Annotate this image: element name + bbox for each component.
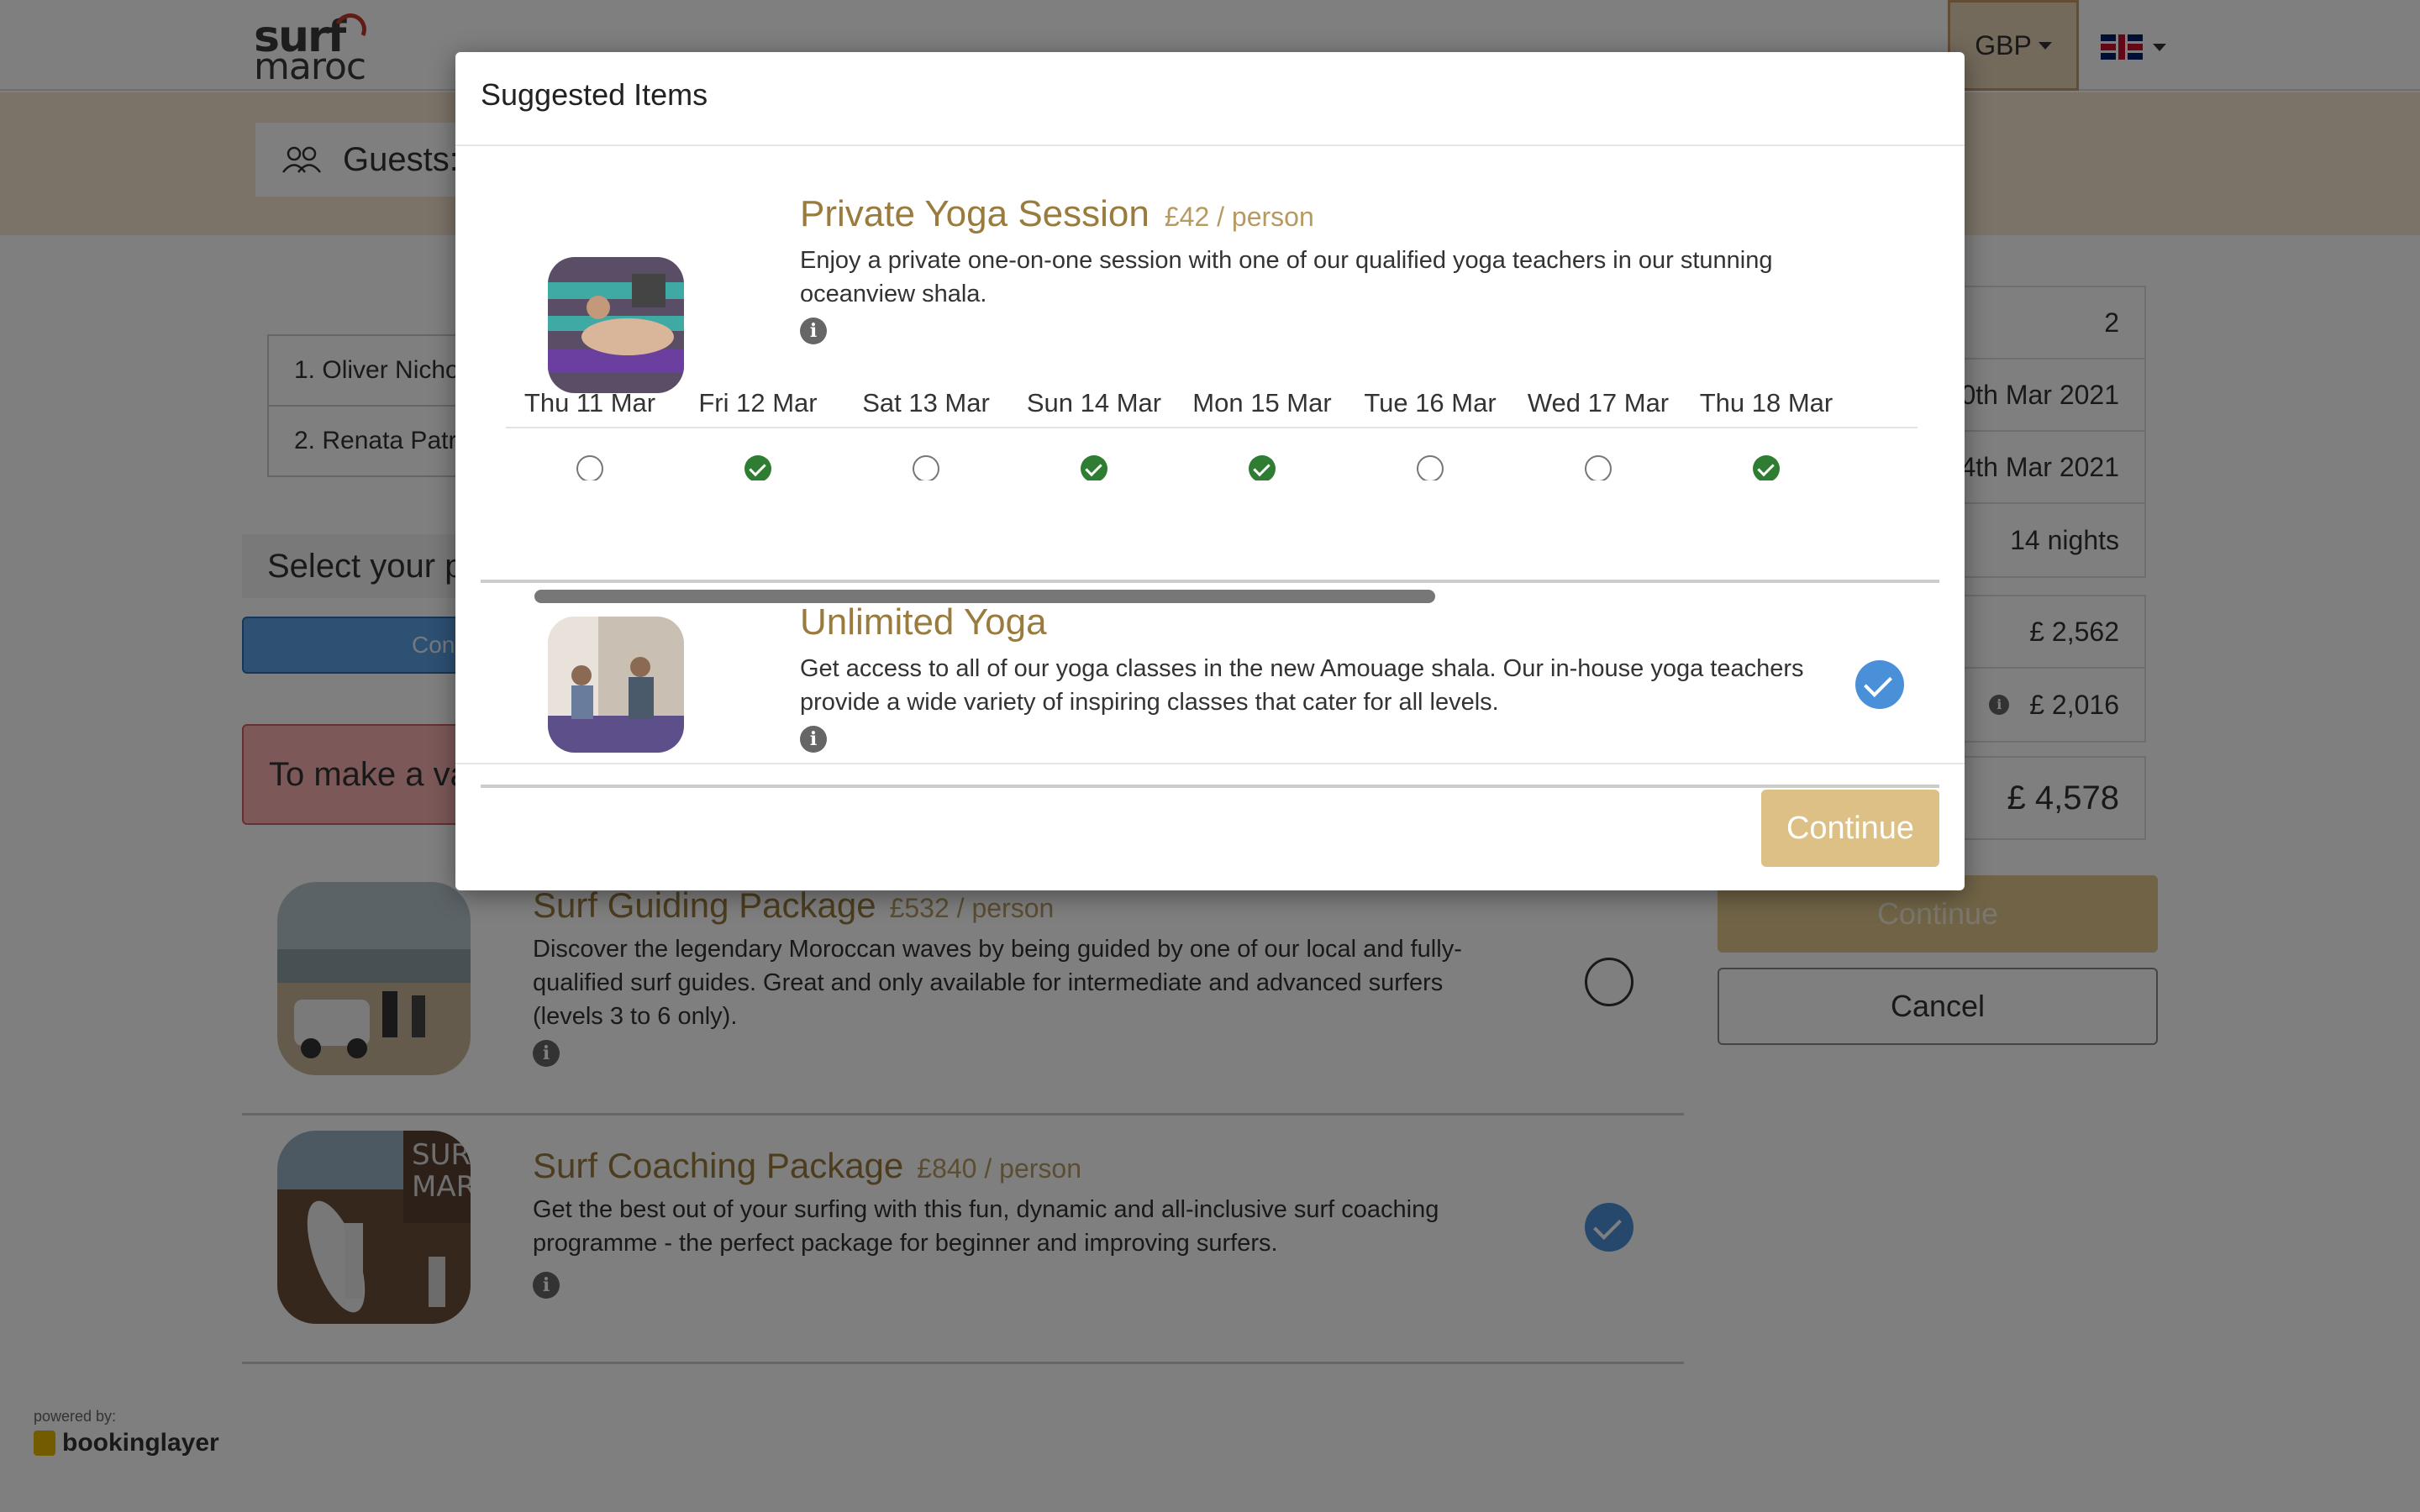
date-radio[interactable] [576,455,603,480]
date-selected-check[interactable] [1081,455,1107,480]
date-label: Thu 11 Mar [523,388,656,417]
date-radio[interactable] [1585,455,1612,480]
date-label: Fri 12 Mar [698,388,818,417]
date-selected-check[interactable] [1753,455,1780,480]
date-label: Wed 17 Mar [1527,388,1670,417]
modal-title: Suggested Items [481,77,708,112]
date-radio[interactable] [913,455,939,480]
date-selected-check[interactable] [744,455,771,480]
item-description: Enjoy a private one-on-one session with … [800,247,1773,307]
date-radio[interactable] [1417,455,1444,480]
date-label: Sat 13 Mar [862,388,990,417]
info-icon[interactable]: i [800,318,827,344]
date-label: Tue 16 Mar [1364,388,1497,417]
date-label: Sun 14 Mar [1026,388,1162,417]
item-name: Unlimited Yoga [800,601,1047,643]
item-description: Get access to all of our yoga classes in… [800,655,1804,716]
info-icon[interactable]: i [800,726,827,753]
item-title: Unlimited Yoga [800,601,1047,643]
date-label: Mon 15 Mar [1192,388,1332,417]
private-yoga-image [548,257,684,393]
suggested-items-modal: Suggested Items Private Yoga Session £42 … [455,52,1965,890]
date-picker-row[interactable]: Thu 11 Mar Fri 12 Mar Sat 13 Mar Sun 14 Mar… [506,388,1918,480]
unlimited-yoga-image [548,617,684,753]
suggested-item-private-yoga: Private Yoga Session £42 / person Enjoy a… [481,146,1939,603]
modal-footer-divider [455,763,1965,764]
item-title: Private Yoga Session £42 / person [800,193,1314,235]
item-selected-check[interactable] [1855,660,1904,709]
modal-header: Suggested Items [455,52,1965,146]
date-label: Thu 18 Mar [1699,388,1833,417]
date-label: Fri [1850,388,1918,418]
item-name: Private Yoga Session [800,193,1150,234]
date-strip: Thu 11 Mar Fri 12 Mar Sat 13 Mar Sun 14 Mar… [506,388,1918,480]
suggested-item-unlimited-yoga: Unlimited Yoga Get access to all of our … [481,583,1939,788]
date-selected-check[interactable] [1249,455,1276,480]
modal-continue-button[interactable]: Continue [1761,790,1939,867]
item-price: £42 / person [1164,202,1314,232]
